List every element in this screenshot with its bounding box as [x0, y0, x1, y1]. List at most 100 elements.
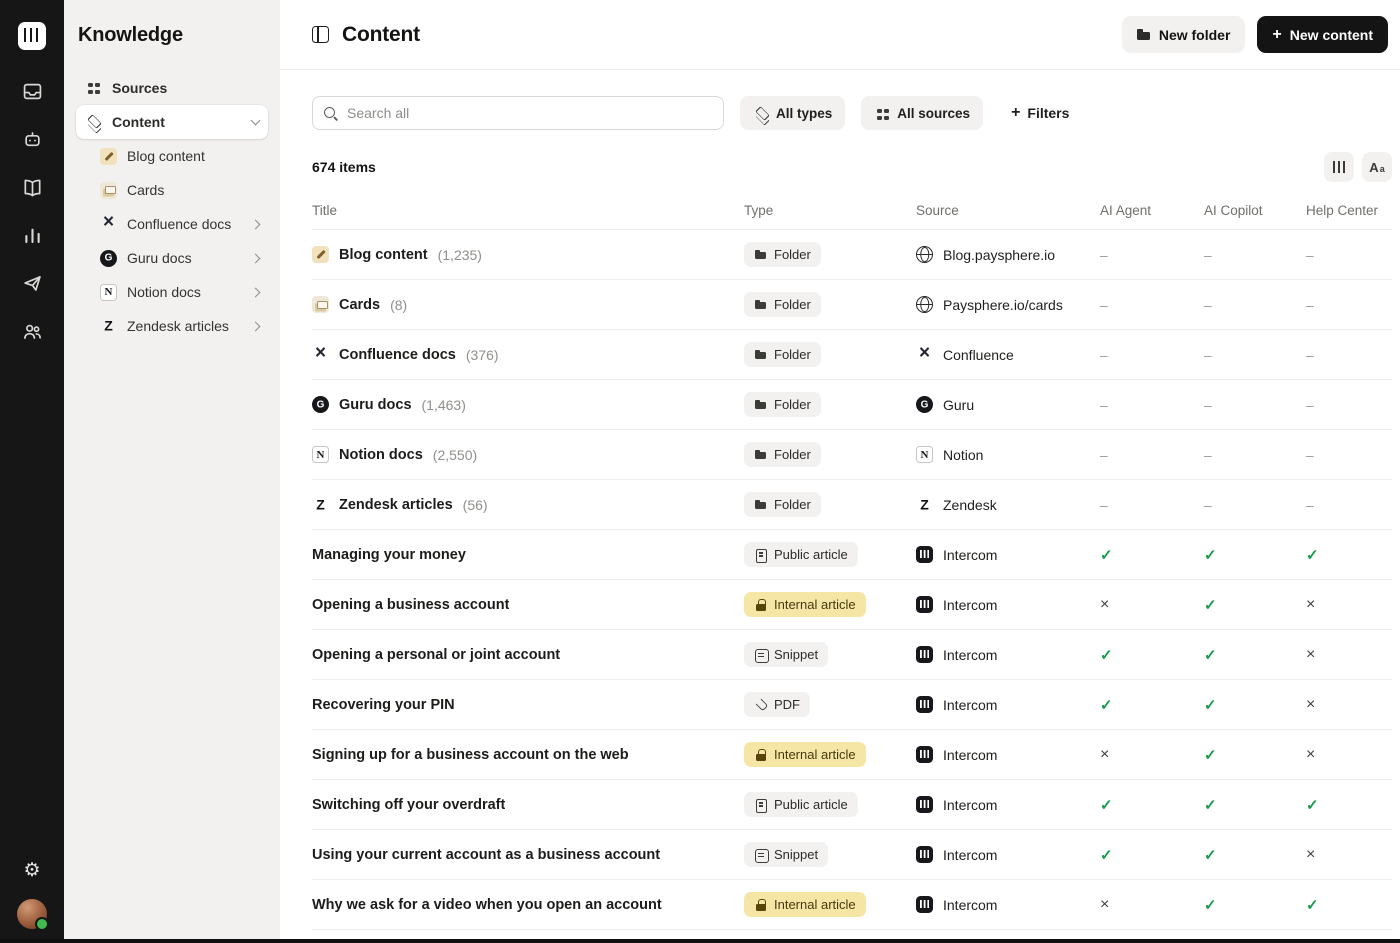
sidebar-item-label: Guru docs — [127, 250, 192, 266]
type-badge: PDF — [744, 692, 810, 717]
sidebar-item-notion-docs[interactable]: Notion docs — [76, 275, 268, 309]
settings-gear-icon[interactable]: ⚙ — [21, 859, 43, 881]
ai-agent-status: ✓ — [1096, 696, 1200, 714]
type-icon — [754, 898, 767, 911]
table-row[interactable]: Managing your money Public article Inter… — [312, 530, 1392, 580]
sidebar-item-confluence-docs[interactable]: Confluence docs — [76, 207, 268, 241]
help-center-status: × — [1302, 646, 1392, 664]
source-cell: Intercom — [916, 846, 1096, 863]
knowledge-book-icon[interactable] — [21, 176, 43, 198]
add-filters-button[interactable]: + Filters — [1011, 105, 1069, 122]
table-row[interactable]: Blog content (1,235) Folder Blog.paysphe… — [312, 230, 1392, 280]
sidebar-item-zendesk-articles[interactable]: Zendesk articles — [76, 309, 268, 343]
reports-chart-icon[interactable] — [21, 224, 43, 246]
table-row[interactable]: Cards (8) Folder Paysphere.io/cards – – … — [312, 280, 1392, 330]
ai-copilot-status: ✓ — [1200, 896, 1302, 914]
type-cell: PDF — [744, 692, 916, 717]
row-title: Notion docs — [339, 446, 423, 463]
ai-copilot-status: ✓ — [1200, 546, 1302, 564]
column-header-title: Title — [312, 203, 338, 218]
help-center-status: ✓ — [1302, 546, 1392, 564]
help-center-status: – — [1302, 397, 1392, 413]
source-label: Paysphere.io/cards — [943, 296, 1063, 313]
translate-button[interactable] — [1362, 152, 1392, 182]
column-header-type: Type — [744, 203, 774, 218]
status-glyph: ✓ — [1306, 796, 1319, 814]
table-row[interactable]: Zendesk articles (56) Folder Zendesk – –… — [312, 480, 1392, 530]
source-label: Blog.paysphere.io — [943, 246, 1056, 263]
ai-copilot-status: – — [1200, 247, 1302, 263]
chevron-down-icon — [250, 115, 261, 126]
status-glyph: × — [1306, 695, 1316, 713]
table-row[interactable]: Why we ask for a video when you open an … — [312, 880, 1392, 930]
content-stack-icon — [85, 114, 102, 131]
table-row[interactable]: Opening a business account Internal arti… — [312, 580, 1392, 630]
help-center-status: – — [1302, 247, 1392, 263]
table-row[interactable]: Opening a personal or joint account Snip… — [312, 630, 1392, 680]
source-icon — [916, 696, 933, 713]
table-row[interactable]: Confluence docs (376) Folder Confluence … — [312, 330, 1392, 380]
status-glyph: ✓ — [1204, 696, 1217, 714]
intercom-logo-icon[interactable] — [18, 22, 46, 50]
source-label: Zendesk — [943, 496, 997, 513]
columns-view-button[interactable] — [1324, 152, 1354, 182]
fin-ai-icon[interactable] — [21, 128, 43, 150]
new-content-button[interactable]: + New content — [1257, 16, 1388, 53]
type-icon — [754, 348, 767, 361]
source-cell: Paysphere.io/cards — [916, 296, 1096, 313]
table-row[interactable]: Notion docs (2,550) Folder Notion – – – — [312, 430, 1392, 480]
sidebar-item-guru-docs[interactable]: Guru docs — [76, 241, 268, 275]
zendesk-icon — [100, 318, 117, 335]
table-row[interactable]: Guru docs (1,463) Folder Guru – – – — [312, 380, 1392, 430]
type-cell: Public article — [744, 542, 916, 567]
row-title-icon — [312, 496, 329, 513]
cards-icon — [100, 181, 117, 199]
sidebar-item-sources[interactable]: Sources — [76, 71, 268, 105]
ai-copilot-status: – — [1200, 347, 1302, 363]
row-title: Opening a personal or joint account — [312, 646, 561, 663]
type-badge: Folder — [744, 442, 821, 467]
ai-copilot-status: – — [1200, 397, 1302, 413]
type-icon — [754, 548, 767, 563]
new-folder-button[interactable]: New folder — [1121, 16, 1246, 53]
type-badge: Public article — [744, 542, 858, 567]
status-glyph: × — [1100, 595, 1110, 613]
type-cell: Public article — [744, 792, 916, 817]
table-row[interactable]: Recovering your PIN PDF Intercom ✓ ✓ × — [312, 680, 1392, 730]
help-center-status: × — [1302, 746, 1392, 764]
outbound-plane-icon[interactable] — [21, 272, 43, 294]
source-icon — [916, 546, 933, 563]
all-sources-filter[interactable]: All sources — [861, 96, 984, 130]
row-title: Opening a business account — [312, 596, 510, 613]
ai-copilot-status: – — [1200, 497, 1302, 513]
status-glyph: ✓ — [1100, 546, 1113, 564]
type-label: Public article — [774, 797, 848, 812]
sidebar-item-content[interactable]: Content — [76, 105, 268, 139]
status-glyph: ✓ — [1204, 546, 1217, 564]
sidebar-item-cards[interactable]: Cards — [76, 173, 268, 207]
user-avatar[interactable] — [17, 899, 49, 931]
filter-toolbar: All types All sources + Filters — [312, 96, 1392, 130]
title-cell: Why we ask for a video when you open an … — [312, 897, 744, 913]
source-cell: Intercom — [916, 896, 1096, 913]
type-label: Public article — [774, 547, 848, 562]
status-glyph: – — [1204, 296, 1212, 313]
guru-icon — [100, 249, 117, 267]
table-row[interactable]: Using your current account as a business… — [312, 830, 1392, 880]
ai-copilot-status: ✓ — [1200, 846, 1302, 864]
inbox-icon[interactable] — [21, 80, 43, 102]
all-types-filter[interactable]: All types — [740, 96, 846, 130]
row-title-icon — [312, 246, 329, 263]
status-glyph: – — [1306, 396, 1314, 413]
contacts-people-icon[interactable] — [21, 320, 43, 342]
new-folder-label: New folder — [1158, 26, 1231, 43]
table-row[interactable]: Signing up for a business account on the… — [312, 730, 1392, 780]
search-input[interactable] — [347, 105, 713, 121]
source-label: Intercom — [943, 546, 998, 563]
title-cell: Managing your money — [312, 547, 744, 563]
source-icon — [916, 296, 933, 313]
ai-copilot-status: ✓ — [1200, 696, 1302, 714]
sidebar-item-blog-content[interactable]: Blog content — [76, 139, 268, 173]
table-row[interactable]: Switching off your overdraft Public arti… — [312, 780, 1392, 830]
content-children: Blog content Cards Confluence docs Guru … — [76, 139, 268, 343]
